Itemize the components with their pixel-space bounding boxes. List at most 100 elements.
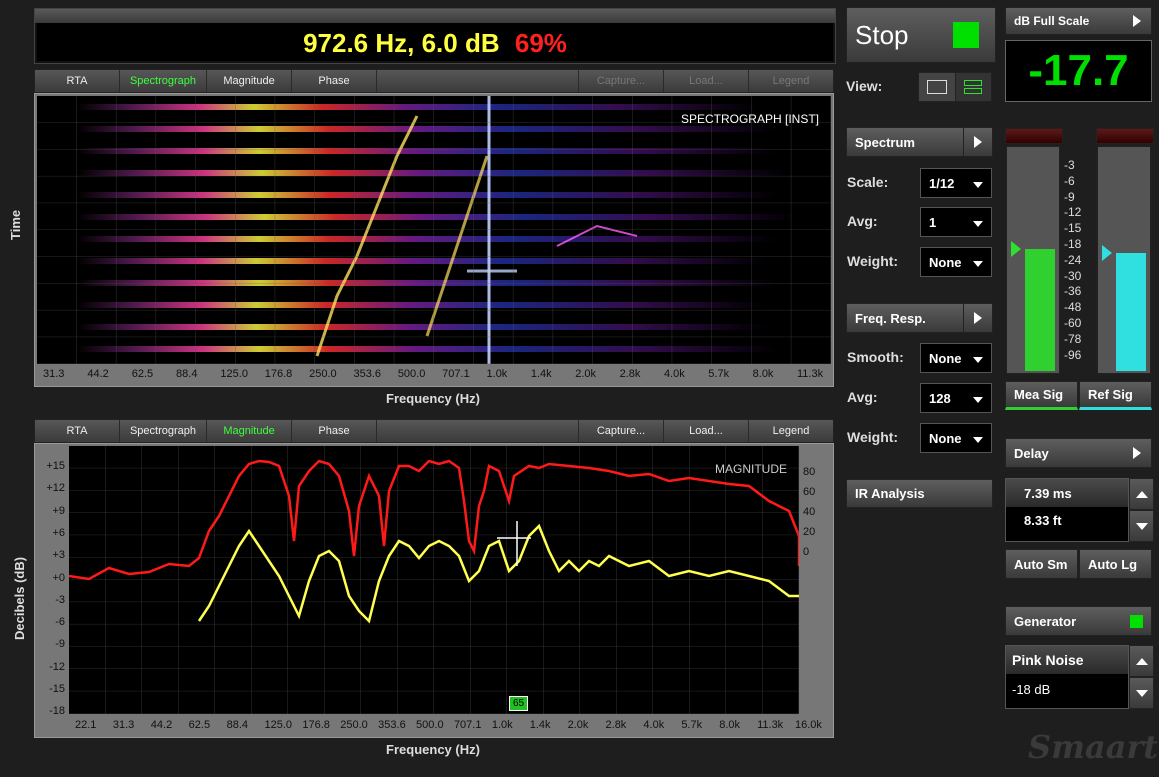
- ir-analysis-button[interactable]: IR Analysis: [846, 479, 993, 508]
- view-toggle: [918, 72, 992, 102]
- spectrograph-xlabel: Frequency (Hz): [386, 391, 480, 406]
- tab-spectrograph-bottom[interactable]: Spectrograph: [120, 420, 207, 442]
- spectrograph-xtick: 707.1: [442, 368, 470, 380]
- spectrum-arrow-icon: [963, 128, 992, 156]
- spectrograph-xtick: 2.0k: [575, 368, 597, 380]
- weight-label: Weight:: [847, 253, 899, 269]
- spectrograph-xaxis: 31.3 44.2 62.5 88.4 125.0 176.8 250.0 353.6 500.…: [37, 366, 831, 384]
- capture-button-bottom[interactable]: Capture...: [579, 420, 664, 442]
- magnitude-ytick-left: +12: [46, 482, 65, 495]
- avg2-label: Avg:: [847, 389, 878, 405]
- tab-phase-bottom[interactable]: Phase: [292, 420, 377, 442]
- tab-magnitude-top[interactable]: Magnitude: [207, 70, 292, 92]
- tab-spectrograph-top[interactable]: Spectrograph: [120, 70, 207, 92]
- tab-rta-bottom[interactable]: RTA: [35, 420, 120, 442]
- view-label: View:: [846, 78, 883, 94]
- spectrograph-xtick: 62.5: [131, 368, 154, 380]
- chevron-down-icon: [973, 397, 983, 403]
- legend-button-top[interactable]: Legend: [749, 70, 833, 92]
- load-button-top[interactable]: Load...: [664, 70, 749, 92]
- mea-sig-button[interactable]: Mea Sig: [1005, 381, 1078, 410]
- meter-scale-tick: -60: [1064, 316, 1082, 330]
- scale-dropdown[interactable]: 1/12: [920, 168, 992, 198]
- capture-button-top[interactable]: Capture...: [579, 70, 664, 92]
- delay-down-button[interactable]: [1129, 510, 1154, 542]
- generator-down-button[interactable]: [1129, 677, 1154, 709]
- meter-scale-tick: -6: [1064, 173, 1075, 188]
- chevron-down-icon: [973, 261, 983, 267]
- magnitude-ytick-right: 40: [803, 506, 816, 518]
- full-scale-arrow-icon: [1123, 8, 1151, 34]
- magnitude-ytick-left: -18: [49, 705, 65, 718]
- single-view-button[interactable]: [919, 73, 956, 101]
- magnitude-xaxis: 22.1 31.3 44.2 62.5 88.4 125.0 176.8 250.0 353.6…: [69, 717, 822, 735]
- magnitude-xtick: 176.8: [302, 719, 330, 731]
- magnitude-xtick: 88.4: [226, 719, 248, 731]
- split-view-button[interactable]: [955, 73, 991, 101]
- tab-rta-top[interactable]: RTA: [35, 70, 120, 92]
- generator-level: -18 dB: [1012, 682, 1051, 697]
- meter-scale-tick: -15: [1064, 221, 1082, 236]
- readout-frequency: 972.6 Hz, 6.0 dB: [303, 27, 500, 58]
- magnitude-grid: [69, 446, 799, 714]
- spectrograph-ylabel: Time: [8, 209, 23, 240]
- cursor-marker-label[interactable]: 65: [509, 696, 529, 711]
- level-readout: -17.7: [1005, 40, 1152, 102]
- spectrograph-xtick: 1.4k: [530, 368, 552, 380]
- spectrograph-xtick: 5.7k: [708, 368, 730, 380]
- delay-up-button[interactable]: [1129, 478, 1154, 510]
- magnitude-ytick-left: -9: [55, 638, 65, 651]
- tab-magnitude-bottom[interactable]: Magnitude: [207, 420, 292, 442]
- legend-button-bottom[interactable]: Legend: [749, 420, 833, 442]
- weight2-dropdown[interactable]: None: [920, 423, 992, 453]
- ref-meter: [1097, 146, 1151, 374]
- magnitude-xtick: 125.0: [264, 719, 292, 731]
- spectrum-button[interactable]: Spectrum: [846, 127, 993, 157]
- avg-label: Avg:: [847, 213, 878, 229]
- magnitude-ytick-left: -3: [55, 593, 65, 606]
- spectrograph-xtick: 31.3: [43, 368, 65, 380]
- ref-sig-button[interactable]: Ref Sig: [1079, 381, 1152, 410]
- auto-lg-button[interactable]: Auto Lg: [1079, 549, 1152, 579]
- magnitude-xtick: 16.0k: [795, 719, 822, 731]
- spectrograph-grid: [37, 96, 831, 364]
- chevron-down-icon: [973, 437, 983, 443]
- avg2-dropdown[interactable]: 128: [920, 383, 992, 413]
- spectrograph-panel: SPECTROGRAPH [INST] 31.3 44.2 62.5 88.4 125.…: [34, 93, 834, 387]
- freq-resp-button[interactable]: Freq. Resp.: [846, 303, 993, 333]
- magnitude-ytick-right: 0: [803, 546, 810, 558]
- meter-scale-tick: -96: [1064, 347, 1082, 362]
- full-scale-button[interactable]: dB Full Scale: [1005, 7, 1152, 35]
- ref-level-marker-icon[interactable]: [1102, 245, 1112, 262]
- generator-up-button[interactable]: [1129, 645, 1154, 677]
- magnitude-xtick: 500.0: [416, 719, 444, 731]
- stop-button[interactable]: Stop: [846, 7, 996, 63]
- magnitude-ylabel: Decibels (dB): [12, 556, 27, 640]
- generator-button[interactable]: Generator: [1005, 606, 1152, 636]
- weight2-value: None: [929, 430, 962, 446]
- magnitude-plot[interactable]: MAGNITUDE 65: [69, 446, 799, 714]
- chevron-down-icon: [973, 182, 983, 188]
- scale-label: Scale:: [847, 174, 889, 190]
- meter-scale-tick: -3: [1064, 158, 1075, 172]
- magnitude-ytick-left: -12: [49, 660, 65, 673]
- scale-value: 1/12: [929, 175, 955, 191]
- weight-dropdown[interactable]: None: [920, 247, 992, 277]
- meter-scale: -3 -6 -9 -12 -15 -18 -24 -30 -36 -48 -60 -78 -96: [1062, 158, 1092, 368]
- avg-dropdown[interactable]: 1: [920, 207, 992, 237]
- load-button-bottom[interactable]: Load...: [664, 420, 749, 442]
- mea-clip-indicator: [1005, 128, 1063, 144]
- auto-sm-button[interactable]: Auto Sm: [1005, 549, 1078, 579]
- delay-button[interactable]: Delay: [1005, 438, 1152, 468]
- meter-scale-tick: -12: [1064, 205, 1082, 220]
- mea-level-marker-icon[interactable]: [1011, 240, 1021, 257]
- tab-phase-top[interactable]: Phase: [292, 70, 377, 92]
- full-scale-label: dB Full Scale: [1014, 14, 1090, 28]
- magnitude-yaxis-left: +15 +12 +9 +6 +3 +0 -3 -6 -9 -12 -15 -18: [35, 444, 69, 718]
- spectrograph-plot[interactable]: SPECTROGRAPH [INST]: [37, 96, 831, 364]
- delay-ft: 8.33 ft: [1024, 513, 1062, 528]
- smooth-dropdown[interactable]: None: [920, 343, 992, 373]
- chevron-down-icon: [973, 221, 983, 227]
- magnitude-xtick: 1.4k: [529, 719, 551, 731]
- avg2-value: 128: [929, 390, 951, 406]
